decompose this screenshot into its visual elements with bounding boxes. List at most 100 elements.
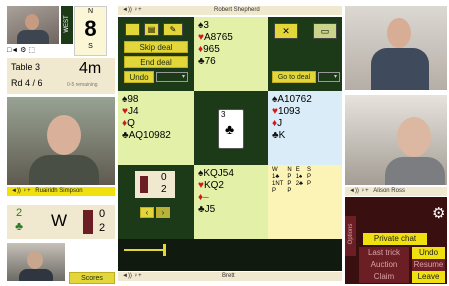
declarer: W — [51, 211, 68, 230]
south-diamonds[interactable]: ♦– — [198, 192, 268, 204]
player-video-bottom-left — [7, 243, 65, 281]
tricks-lost: 2 — [99, 222, 106, 234]
person-body — [385, 157, 445, 185]
bid-cell — [294, 188, 305, 195]
audio-icon[interactable]: ◄)) ♀+ — [349, 188, 369, 194]
west-diamonds[interactable]: ♦Q — [122, 118, 194, 130]
bid-cell: P — [287, 181, 292, 187]
auction-header-cell: S — [306, 167, 311, 173]
table-label: Table 3 — [11, 62, 41, 72]
south-hearts[interactable]: ♥KQ2 — [198, 180, 268, 192]
private-chat-button[interactable]: Private chat — [363, 233, 427, 245]
resume-button[interactable]: Resume — [412, 259, 445, 271]
options-side-tab[interactable]: Options — [345, 216, 356, 256]
west-spades[interactable]: ♠98 — [122, 94, 194, 106]
north-spades[interactable]: ♠3 — [198, 20, 268, 32]
auction-row: 1♣ P 1♠ P — [270, 174, 313, 181]
south-player-name: Brett — [222, 273, 235, 279]
person-head — [25, 14, 39, 30]
person-body — [29, 155, 99, 185]
next-trick-button[interactable]: › — [156, 207, 170, 218]
north-name-bar: ◄)) ♀+ Robert Shepherd — [118, 6, 342, 15]
east-player-name: Alison Ross — [373, 188, 405, 194]
person-body — [19, 269, 53, 281]
auction-row: 1NT P 2♣ P — [270, 181, 313, 188]
north-diamonds[interactable]: ♦965 — [198, 44, 268, 56]
south-clubs[interactable]: ♣J5 — [198, 204, 268, 216]
south-marker: S — [88, 43, 93, 50]
board-number-box: N 8 S — [74, 6, 107, 56]
person-head — [387, 18, 411, 48]
auction-header-cell: N — [287, 167, 292, 173]
board-number: 8 — [84, 16, 97, 41]
south-name-bar: ◄)) ♀+ Brett — [118, 272, 342, 281]
deal-select[interactable]: ▾ — [318, 72, 340, 82]
south-hand: ♠KQJ54 ♥KQ2 ♦– ♣J5 — [194, 165, 268, 239]
east-name-bar: ◄)) ♀+ Alison Ross — [345, 187, 447, 196]
west-player-name: Ruairidh Simpson — [35, 188, 83, 194]
west-hearts[interactable]: ♥J4 — [122, 106, 194, 118]
west-player-video — [7, 97, 115, 185]
square-icon[interactable] — [125, 23, 140, 36]
settings-gear-icon[interactable]: ⚙ — [432, 206, 445, 222]
auction-button[interactable]: Auction — [359, 259, 409, 271]
north-hearts[interactable]: ♥A8765 — [198, 32, 268, 44]
north-clubs[interactable]: ♣76 — [198, 56, 268, 68]
scores-button[interactable]: Scores — [69, 272, 115, 284]
undo-button[interactable]: Undo — [124, 71, 154, 83]
document-icon[interactable]: ▤ — [144, 23, 159, 36]
undo-select[interactable]: ▾ — [156, 72, 188, 82]
person-head — [27, 251, 43, 269]
undo-request-button[interactable]: Undo — [412, 247, 445, 259]
east-diamonds[interactable]: ♦J — [272, 118, 342, 130]
cards-icon[interactable]: ▭ — [313, 23, 337, 39]
person-head — [397, 117, 431, 157]
audio-icon[interactable]: ◄)) ♀+ — [122, 273, 142, 279]
auction-table: W N E S 1♣ P 1♠ P 1NT P 2♣ P P P — [270, 167, 313, 195]
north-player-video — [345, 6, 447, 90]
time-remaining: 4m — [79, 60, 102, 77]
bid-cell: P — [272, 188, 277, 194]
east-hearts[interactable]: ♥1093 — [272, 106, 342, 118]
volume-slider[interactable] — [124, 249, 166, 251]
tricks-won: 0 — [99, 208, 106, 220]
east-hand: ♠A10762 ♥1093 ♦J ♣K — [268, 91, 342, 165]
played-card[interactable]: 3 ♣ — [218, 109, 244, 149]
end-deal-button[interactable]: End deal — [124, 56, 188, 68]
east-spades[interactable]: ♠A10762 — [272, 94, 342, 106]
leave-button[interactable]: Leave — [412, 271, 445, 283]
north-marker: N — [87, 8, 94, 15]
east-clubs[interactable]: ♣K — [272, 130, 342, 142]
west-clubs[interactable]: ♣AQ10982 — [122, 130, 194, 142]
last-trick-button[interactable]: Last trick — [359, 247, 409, 259]
north-hand: ♠3 ♥A8765 ♦965 ♣76 — [194, 17, 268, 91]
person-body — [371, 48, 429, 90]
table-info-panel: Table 3 Rd 4 / 6 4m 0-5 remaining — [7, 58, 115, 94]
go-to-deal-button[interactable]: Go to deal — [272, 71, 316, 83]
prev-trick-button[interactable]: ‹ — [140, 207, 154, 218]
edit-icon[interactable]: ✎ — [163, 23, 183, 36]
auction-header: W N E S — [270, 167, 313, 174]
trick-count-icon — [83, 210, 93, 234]
media-controls[interactable]: □◄ ⚙ ⬚ — [7, 45, 59, 56]
bid-cell: P — [287, 174, 292, 180]
auction-panel: W N E S 1♣ P 1♠ P 1NT P 2♣ P P P — [268, 165, 342, 239]
bid-cell: 1♣ — [272, 174, 280, 180]
audio-icon[interactable]: ◄)) ♀+ — [122, 7, 142, 13]
bid-cell: P — [287, 188, 292, 194]
south-spades[interactable]: ♠KQJ54 — [198, 168, 268, 180]
round-label: Rd 4 / 6 — [11, 78, 43, 88]
contract-level: 2 ♣ — [11, 207, 27, 233]
time-sub: 0-5 remaining — [67, 82, 98, 88]
bid-cell: P — [306, 181, 311, 187]
bid-cell: P — [306, 174, 311, 180]
auction-header-cell: W — [272, 167, 278, 173]
skip-deal-button[interactable]: Skip deal — [124, 41, 188, 53]
claim-button[interactable]: Claim — [359, 271, 409, 283]
hand-icon[interactable]: ✕ — [274, 23, 298, 39]
bid-cell: 1NT — [272, 181, 284, 187]
player-video-top-left — [7, 6, 59, 44]
bid-cell: 1♠ — [295, 174, 303, 180]
audio-icon[interactable]: ◄)) ♀+ — [11, 188, 31, 194]
volume-handle[interactable] — [163, 244, 166, 256]
